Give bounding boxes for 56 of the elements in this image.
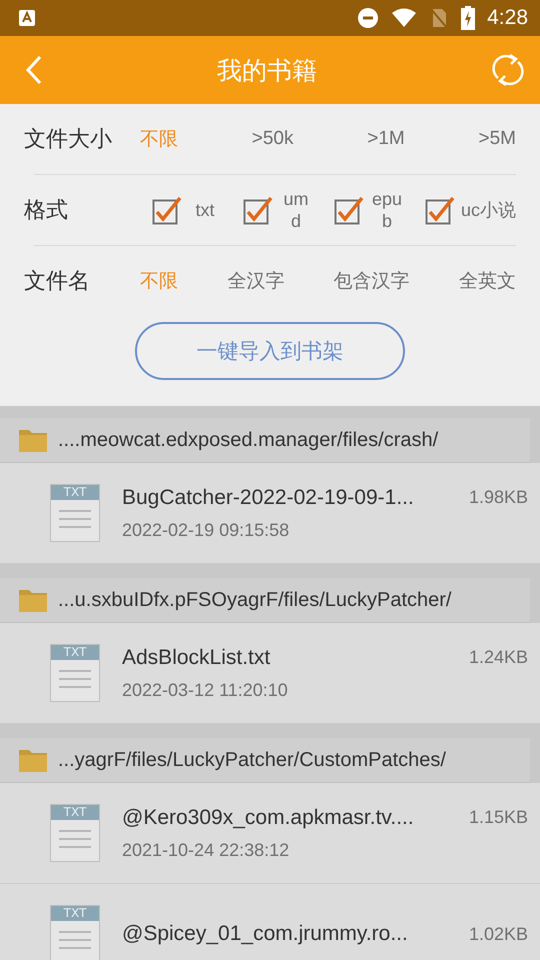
checkbox[interactable] (242, 195, 273, 225)
file-row[interactable]: TXT AdsBlockList.txt 1.24KB 2022-03-12 11:20:10 (0, 623, 540, 724)
file-row[interactable]: TXT @Spicey_01_com.jrummy.ro... 1.02KB (0, 884, 540, 960)
file-size: 1.02KB (468, 924, 528, 944)
app-notification-icon (18, 9, 36, 27)
filter-option[interactable]: 不限 (140, 126, 178, 152)
file-row[interactable]: TXT BugCatcher-2022-02-19-09-1... 1.98KB 2022-02-19 09:15:58 (0, 463, 540, 564)
file-name: @Kero309x_com.apkmasr.tv.... (122, 806, 414, 830)
folder-header[interactable]: ...yagrF/files/LuckyPatcher/CustomPatches/ (0, 738, 530, 783)
folder-path: ...yagrF/files/LuckyPatcher/CustomPatches/ (58, 748, 446, 772)
folder-path: ....meowcat.edxposed.manager/files/crash/ (58, 428, 438, 452)
file-name: @Spicey_01_com.jrummy.ro... (122, 922, 408, 946)
folder-header[interactable]: ....meowcat.edxposed.manager/files/crash/ (0, 418, 530, 463)
filter-option[interactable]: >50k (252, 126, 294, 152)
filter-option[interactable]: >1M (367, 126, 405, 152)
folder-icon (18, 427, 48, 453)
folder-icon (18, 747, 48, 773)
checkbox-label: um d (282, 188, 310, 232)
folder-icon (18, 587, 48, 613)
file-size: 1.98KB (468, 487, 528, 508)
wifi-icon (391, 7, 418, 29)
battery-charging-icon (461, 6, 476, 30)
filter-option[interactable]: >5M (478, 126, 516, 152)
page-title: 我的书籍 (217, 54, 317, 86)
file-date: 2022-02-19 09:15:58 (122, 520, 290, 540)
status-time: 4:28 (487, 6, 528, 30)
filter-label: 格式 (24, 197, 69, 225)
filter-option[interactable]: 全汉字 (227, 268, 284, 294)
file-date: 2022-03-12 11:20:10 (122, 680, 289, 700)
back-button[interactable] (24, 55, 44, 85)
checkbox-label: uc小说 (460, 199, 516, 221)
import-button[interactable]: 一键导入到书架 (135, 322, 405, 380)
file-name: BugCatcher-2022-02-19-09-1... (122, 486, 414, 510)
refresh-button[interactable] (490, 52, 526, 88)
filter-option[interactable]: 不限 (140, 268, 178, 294)
file-type-label: TXT (51, 906, 99, 921)
filter-label: 文件名 (24, 268, 91, 296)
checkbox[interactable] (334, 195, 364, 225)
checkbox[interactable] (424, 195, 455, 225)
file-size: 1.15KB (468, 807, 528, 828)
checkbox-label: txt (194, 199, 216, 221)
do-not-disturb-icon (357, 7, 380, 29)
folder-path: ...u.sxbuIDfx.pFSOyagrF/files/LuckyPatcher/ (58, 588, 452, 612)
file-type-label: TXT (51, 645, 99, 660)
file-size: 1.24KB (468, 647, 528, 668)
filter-option[interactable]: 包含汉字 (334, 268, 410, 294)
file-type-label: TXT (51, 485, 99, 500)
file-name: AdsBlockList.txt (122, 646, 270, 670)
checkbox[interactable] (152, 195, 182, 225)
file-type-label: TXT (51, 805, 99, 820)
folder-header[interactable]: ...u.sxbuIDfx.pFSOyagrF/files/LuckyPatcher/ (0, 578, 530, 623)
file-row[interactable]: TXT @Kero309x_com.apkmasr.tv.... 1.15KB 2021-10-24 22:38:12 (0, 783, 540, 884)
filter-label: 文件大小 (24, 126, 113, 154)
filter-option[interactable]: 全英文 (458, 268, 516, 294)
checkbox-label: epu b (370, 188, 403, 232)
file-date: 2021-10-24 22:38:12 (122, 840, 290, 860)
